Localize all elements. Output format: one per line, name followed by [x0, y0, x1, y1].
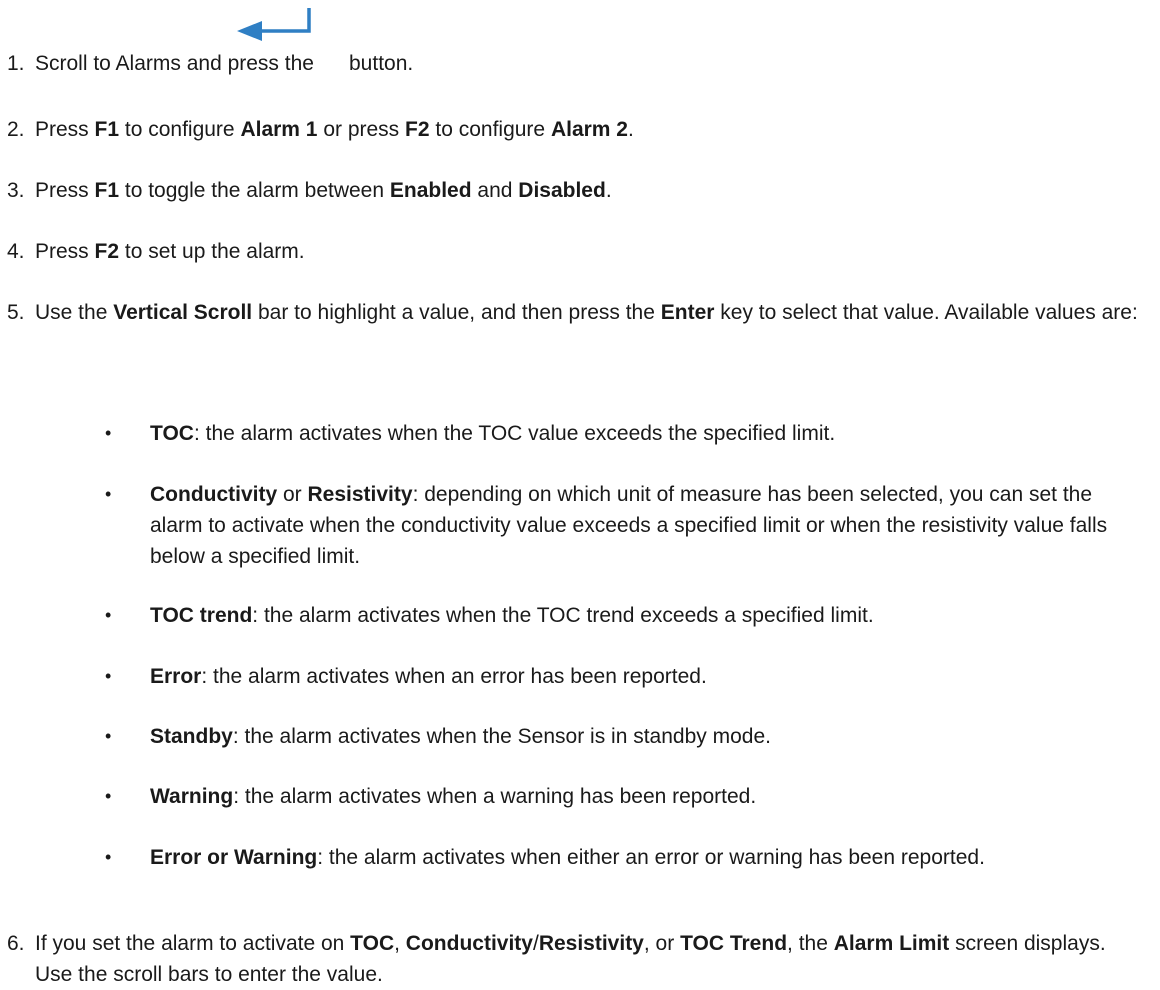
- bullet-glyph: •: [105, 484, 112, 504]
- step-text: Press F1 to configure Alarm 1 or press F…: [35, 118, 634, 141]
- step-text: Press F1 to toggle the alarm between Ena…: [35, 179, 612, 202]
- step-text: If you set the alarm to activate on TOC,…: [35, 932, 1106, 986]
- bullet-text: Error: the alarm activates when an error…: [150, 665, 707, 688]
- enter-arrow-icon: [237, 8, 311, 41]
- step-number: 6.: [7, 932, 25, 955]
- step-number: 2.: [7, 118, 25, 141]
- step-text-end: button.: [349, 52, 414, 75]
- bullet-glyph: •: [105, 666, 112, 686]
- step-text: Scroll to Alarms and press the: [35, 52, 314, 75]
- step-text: Press F2 to set up the alarm.: [35, 240, 305, 263]
- bullet-glyph: •: [105, 423, 112, 443]
- step-text: Use the Vertical Scroll bar to highlight…: [35, 301, 1138, 324]
- bullet-glyph: •: [105, 786, 112, 806]
- step-number: 3.: [7, 179, 25, 202]
- bullet-text: Error or Warning: the alarm activates wh…: [150, 846, 985, 869]
- bullet-text: Conductivity or Resistivity: depending o…: [150, 483, 1108, 568]
- bullet-text: TOC trend: the alarm activates when the …: [150, 604, 874, 627]
- step-number: 5.: [7, 301, 25, 324]
- bullet-glyph: •: [105, 726, 112, 746]
- bullet-glyph: •: [105, 605, 112, 625]
- bullet-text: Warning: the alarm activates when a warn…: [150, 785, 757, 808]
- step-number: 1.: [7, 52, 25, 75]
- bullet-glyph: •: [105, 847, 112, 867]
- bullet-text: TOC: the alarm activates when the TOC va…: [150, 422, 836, 445]
- bullet-text: Standby: the alarm activates when the Se…: [150, 725, 771, 748]
- step-number: 4.: [7, 240, 25, 263]
